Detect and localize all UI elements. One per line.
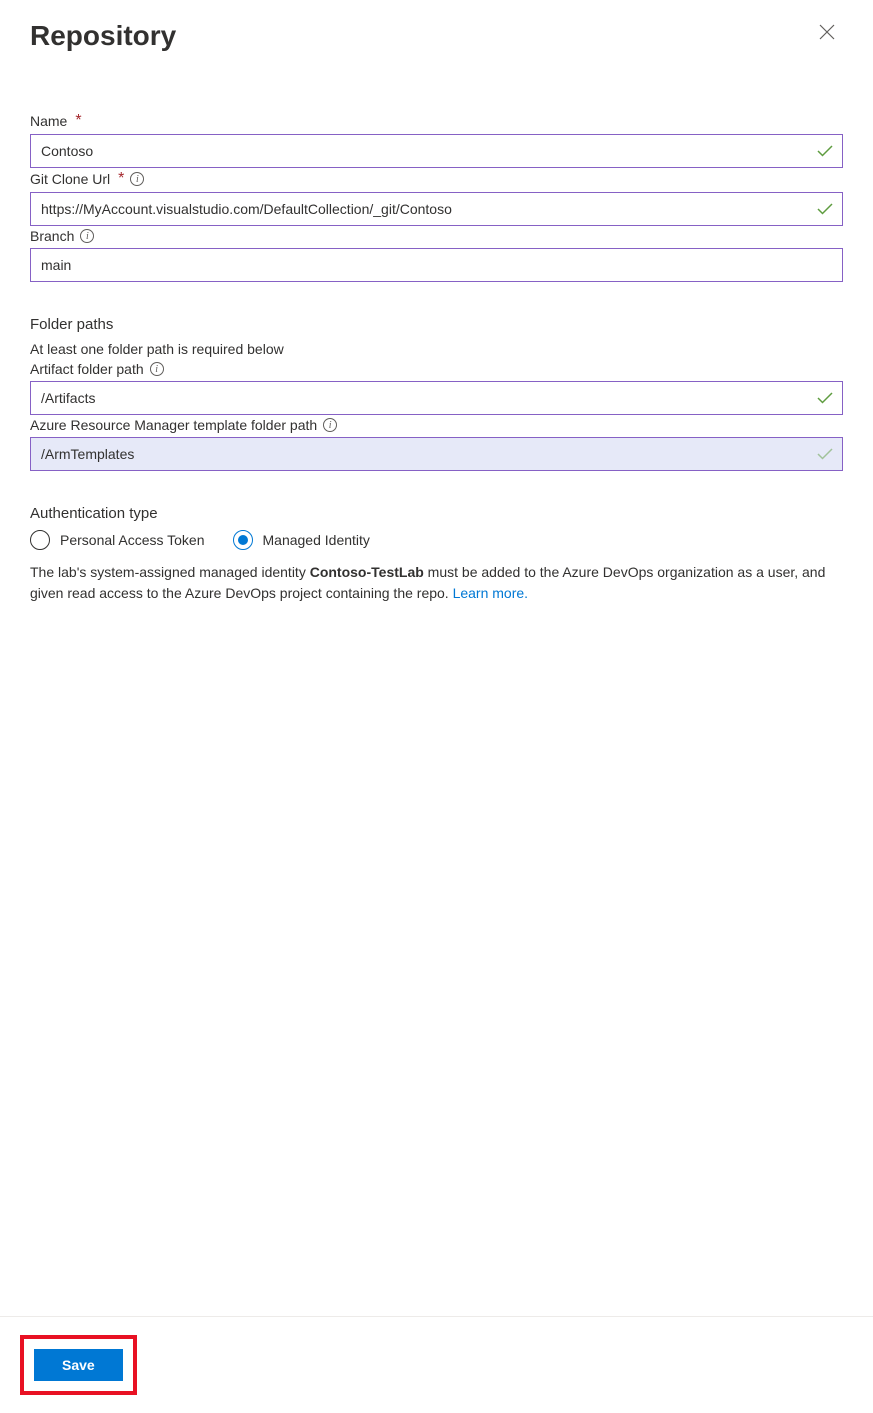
radio-label-mi: Managed Identity (263, 532, 370, 548)
arm-template-folder-label: Azure Resource Manager template folder p… (30, 417, 317, 433)
info-icon[interactable]: i (150, 362, 164, 376)
info-icon[interactable]: i (80, 229, 94, 243)
save-button[interactable]: Save (34, 1349, 123, 1381)
folder-paths-helper: At least one folder path is required bel… (30, 341, 843, 357)
git-clone-url-label: Git Clone Url (30, 171, 110, 187)
panel-title: Repository (30, 20, 176, 52)
radio-managed-identity[interactable]: Managed Identity (233, 530, 370, 550)
info-icon[interactable]: i (323, 418, 337, 432)
auth-description: The lab's system-assigned managed identi… (30, 562, 843, 604)
close-icon (819, 24, 835, 44)
save-highlight-box: Save (20, 1335, 137, 1395)
folder-paths-title: Folder paths (30, 316, 843, 333)
artifact-folder-input[interactable] (30, 381, 843, 415)
arm-template-folder-input[interactable] (30, 437, 843, 471)
git-clone-url-input[interactable] (30, 192, 843, 226)
required-indicator: * (118, 170, 124, 188)
name-label: Name (30, 113, 67, 129)
radio-icon (233, 530, 253, 550)
name-input[interactable] (30, 134, 843, 168)
learn-more-link[interactable]: Learn more. (453, 585, 528, 601)
radio-personal-access-token[interactable]: Personal Access Token (30, 530, 205, 550)
radio-icon (30, 530, 50, 550)
required-indicator: * (75, 112, 81, 130)
auth-type-title: Authentication type (30, 505, 843, 522)
artifact-folder-label: Artifact folder path (30, 361, 144, 377)
branch-label: Branch (30, 228, 74, 244)
info-icon[interactable]: i (130, 172, 144, 186)
branch-input[interactable] (30, 248, 843, 282)
close-button[interactable] (811, 20, 843, 47)
radio-label-pat: Personal Access Token (60, 532, 205, 548)
